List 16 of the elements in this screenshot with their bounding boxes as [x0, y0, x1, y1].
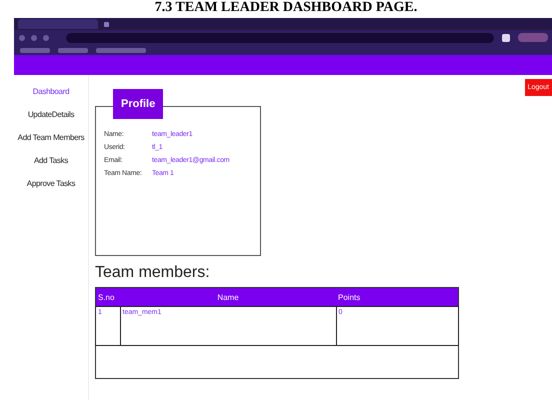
sidebar-item[interactable]: UpdateDetails	[28, 110, 74, 119]
sidebar-item[interactable]: Add Team Members	[18, 133, 84, 142]
profile-title: Profile	[113, 89, 164, 119]
column-header: Name	[120, 288, 336, 306]
bookmark-item[interactable]	[20, 48, 50, 52]
address-bar[interactable]	[66, 32, 494, 42]
column-header: Points	[336, 288, 458, 306]
profile-chip[interactable]	[518, 33, 548, 42]
sidebar-item[interactable]: Add Tasks	[34, 156, 68, 165]
sidebar-item[interactable]: Dashboard	[32, 87, 70, 96]
sidebar-item[interactable]: Approve Tasks	[26, 179, 76, 188]
column-header: S.no	[96, 288, 120, 306]
bookmark-item[interactable]	[96, 48, 146, 52]
caption: 7.3 TEAM LEADER DASHBOARD PAGE.	[154, 0, 418, 16]
section-heading: Team members:	[95, 264, 211, 282]
bookmark-item[interactable]	[58, 48, 88, 52]
